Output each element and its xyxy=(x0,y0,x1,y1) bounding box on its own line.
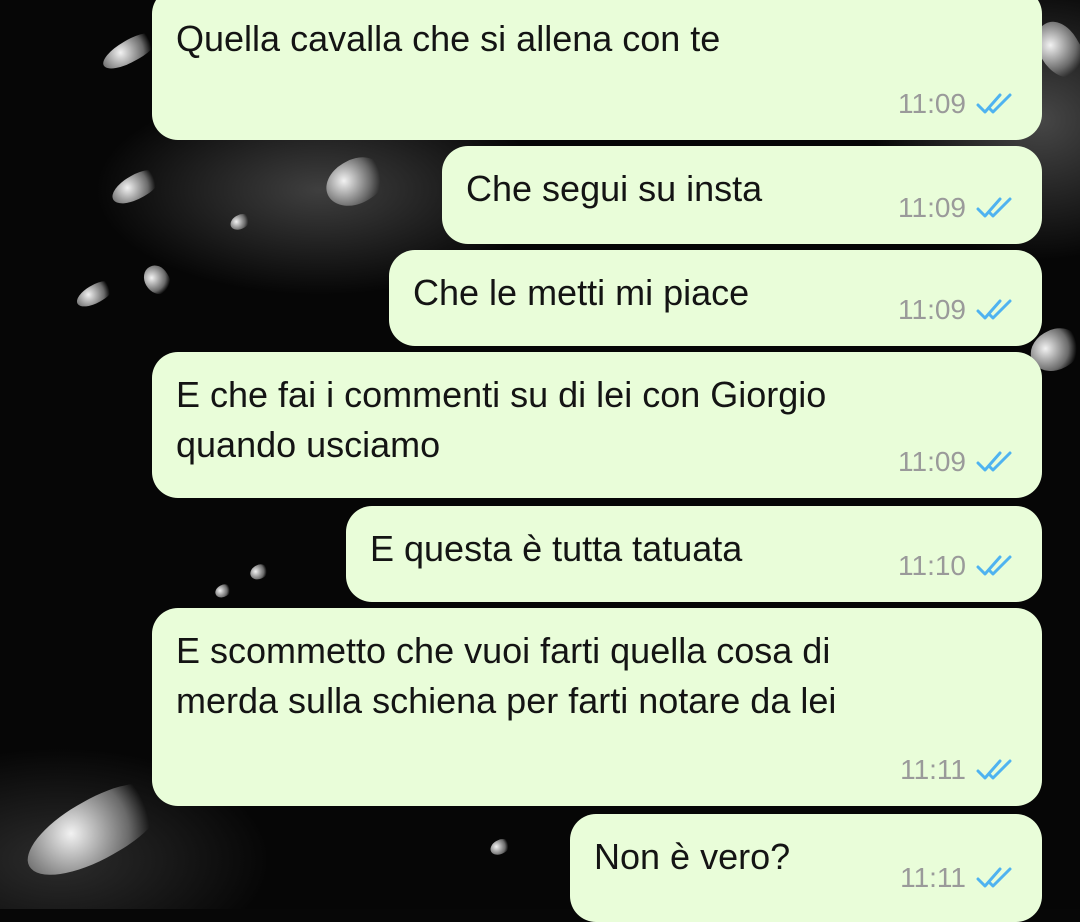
message-time: 11:09 xyxy=(898,294,966,325)
message-time: 11:09 xyxy=(898,446,966,477)
message-text: E scommetto che vuoi farti quella cosa d… xyxy=(176,630,837,721)
message-meta: 11:11 xyxy=(900,862,1020,894)
read-double-check-icon xyxy=(976,299,1012,320)
read-double-check-icon xyxy=(976,759,1012,780)
raindrop-decoration xyxy=(213,581,233,601)
message-bubble[interactable]: Che le metti mi piace 11:09 xyxy=(389,250,1042,346)
message-time: 11:09 xyxy=(898,88,966,119)
raindrop-decoration xyxy=(73,276,117,312)
message-bubble[interactable]: E che fai i commenti su di lei con Giorg… xyxy=(152,352,1042,498)
read-double-check-icon xyxy=(976,93,1012,114)
raindrop-decoration xyxy=(139,261,175,299)
message-meta: 11:09 xyxy=(898,446,1020,478)
read-double-check-icon xyxy=(976,867,1012,888)
message-text: Quella cavalla che si allena con te xyxy=(176,18,721,59)
raindrop-decoration xyxy=(227,210,253,234)
message-time: 11:11 xyxy=(900,754,966,785)
read-double-check-icon xyxy=(976,197,1012,218)
message-text: E che fai i commenti su di lei con Giorg… xyxy=(176,374,827,465)
raindrop-decoration xyxy=(247,561,271,583)
message-bubble[interactable]: Quella cavalla che si allena con te 11:0… xyxy=(152,0,1042,140)
message-meta: 11:09 xyxy=(898,88,1020,120)
message-time: 11:11 xyxy=(900,862,966,893)
message-time: 11:09 xyxy=(898,192,966,223)
raindrop-decoration xyxy=(318,147,392,217)
message-bubble[interactable]: E scommetto che vuoi farti quella cosa d… xyxy=(152,608,1042,806)
raindrop-decoration xyxy=(487,835,513,859)
message-meta: 11:09 xyxy=(898,192,1020,224)
message-bubble[interactable]: Non è vero? 11:11 xyxy=(570,814,1042,922)
message-meta: 11:09 xyxy=(898,294,1020,326)
raindrop-decoration xyxy=(107,163,165,211)
message-bubble[interactable]: Che segui su insta 11:09 xyxy=(442,146,1042,244)
message-meta: 11:10 xyxy=(898,550,1020,582)
message-meta: 11:11 xyxy=(900,754,1020,786)
raindrop-decoration xyxy=(15,766,175,894)
message-bubble[interactable]: E questa è tutta tatuata 11:10 xyxy=(346,506,1042,602)
read-double-check-icon xyxy=(976,451,1012,472)
message-time: 11:10 xyxy=(898,550,966,581)
read-double-check-icon xyxy=(976,555,1012,576)
